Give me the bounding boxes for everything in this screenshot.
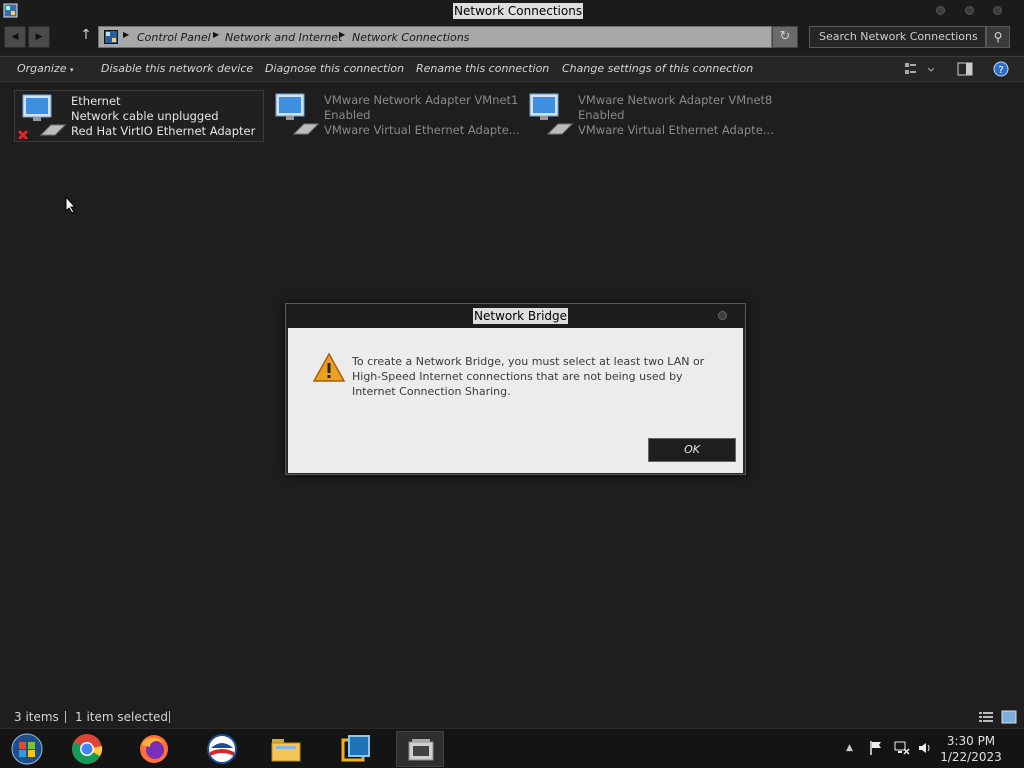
connection-status: Enabled [324,108,371,122]
item-count: 3 items [14,710,59,724]
control-panel-icon [3,3,18,18]
network-computer-icon [529,93,574,135]
clock-date: 1/22/2023 [940,750,1002,764]
mouse-cursor-icon [65,196,77,214]
rename-connection-button[interactable]: Rename this connection [416,62,549,75]
connection-vmnet8[interactable]: VMware Network Adapter VMnet8 Enabled VM… [522,90,774,142]
close-button[interactable] [993,6,1002,15]
taskbar-vmware[interactable] [332,731,380,767]
breadcrumb-separator-icon: ▶ [339,30,346,39]
network-computer-icon [17,94,67,139]
diagnose-connection-button[interactable]: Diagnose this connection [265,62,404,75]
navigation-bar: ◀ ▶ ↑ ▶ Control Panel ▶ Network and Inte… [0,22,1024,54]
preview-pane-icon[interactable] [957,61,973,77]
address-bar[interactable]: ▶ Control Panel ▶ Network and Internet ▶… [98,26,772,48]
control-panel-icon [104,30,118,44]
vmware-icon [341,735,370,762]
breadcrumb-network-and-internet[interactable]: Network and Internet [225,31,343,44]
view-options-icon[interactable] [904,61,934,77]
svg-text:?: ? [998,65,1003,76]
maximize-button[interactable] [965,6,974,15]
taskbar: ▲ 3:30 PM 1/22/2023 [0,728,1024,768]
large-icons-view-icon[interactable] [1001,710,1017,724]
search-icon[interactable]: ⚲ [986,26,1010,48]
breadcrumb-separator-icon: ▶ [123,30,130,39]
back-button[interactable]: ◀ [4,26,26,48]
dialog-titlebar: Network Bridge [286,304,745,328]
connection-device: VMware Virtual Ethernet Adapte... [578,123,774,137]
breadcrumb-separator-icon: ▶ [213,30,220,39]
connection-ethernet[interactable]: Ethernet Network cable unplugged Red Hat… [14,90,264,142]
command-bar: Organize ▾ Disable this network device D… [0,56,1024,82]
dialog-body: To create a Network Bridge, you must sel… [288,328,743,473]
connection-name: VMware Network Adapter VMnet8 [578,93,773,107]
action-center-flag-icon[interactable] [868,740,884,756]
dialog-close-button[interactable] [718,311,727,320]
help-icon[interactable]: ? [993,61,1009,77]
network-bridge-dialog: Network Bridge To create a Network Bridg… [285,303,746,475]
change-settings-button[interactable]: Change settings of this connection [562,62,753,75]
connection-status: Enabled [578,108,625,122]
status-divider [65,711,66,723]
disable-device-button[interactable]: Disable this network device [101,62,253,75]
search-input[interactable]: Search Network Connections [809,26,986,48]
taskbar-opera-app[interactable] [198,731,246,767]
organize-label: Organize [17,62,67,75]
start-orb-icon [11,733,43,765]
folder-icon [271,739,301,762]
chevron-down-icon: ▾ [69,66,74,74]
volume-icon[interactable] [917,740,933,756]
status-divider [169,711,170,723]
window-title: Network Connections [453,3,584,19]
refresh-button[interactable]: ↻ [772,26,798,48]
connection-name: Ethernet [71,94,121,108]
breadcrumb-network-connections[interactable]: Network Connections [352,31,469,44]
window-titlebar: Network Connections [0,0,1024,22]
connection-vmnet1[interactable]: VMware Network Adapter VMnet1 Enabled VM… [268,90,520,142]
forward-button[interactable]: ▶ [28,26,50,48]
breadcrumb-control-panel[interactable]: Control Panel [137,31,211,44]
ok-button[interactable]: OK [648,438,736,462]
warning-icon [312,352,346,382]
taskbar-control-panel[interactable] [396,731,444,767]
connection-device: Red Hat VirtIO Ethernet Adapter [71,124,256,138]
dialog-title: Network Bridge [473,308,569,324]
campaign-logo-icon [207,734,237,764]
status-bar: 3 items 1 item selected [0,707,1024,727]
chrome-icon [72,734,103,764]
up-arrow-icon[interactable]: ↑ [78,27,94,47]
selection-count: 1 item selected [75,710,169,724]
connection-status: Network cable unplugged [71,109,219,123]
taskbar-start-button[interactable] [3,731,51,767]
clock-time: 3:30 PM [946,734,996,748]
details-view-icon[interactable] [978,710,994,724]
network-computer-icon [275,93,320,135]
network-connections-taskbar-icon [408,739,434,761]
firefox-icon [140,735,168,763]
taskbar-chrome[interactable] [63,731,111,767]
dialog-message: To create a Network Bridge, you must sel… [352,355,705,398]
show-hidden-icons-icon[interactable]: ▲ [846,743,853,753]
minimize-button[interactable] [936,6,945,15]
clock[interactable]: 3:30 PM 1/22/2023 [936,733,1006,765]
error-x-icon [17,129,29,139]
connection-name: VMware Network Adapter VMnet1 [324,93,519,107]
taskbar-firefox[interactable] [130,731,178,767]
connection-device: VMware Virtual Ethernet Adapte... [324,123,520,137]
organize-menu[interactable]: Organize ▾ [17,62,74,75]
taskbar-file-explorer[interactable] [262,731,310,767]
network-tray-icon[interactable] [893,740,911,756]
